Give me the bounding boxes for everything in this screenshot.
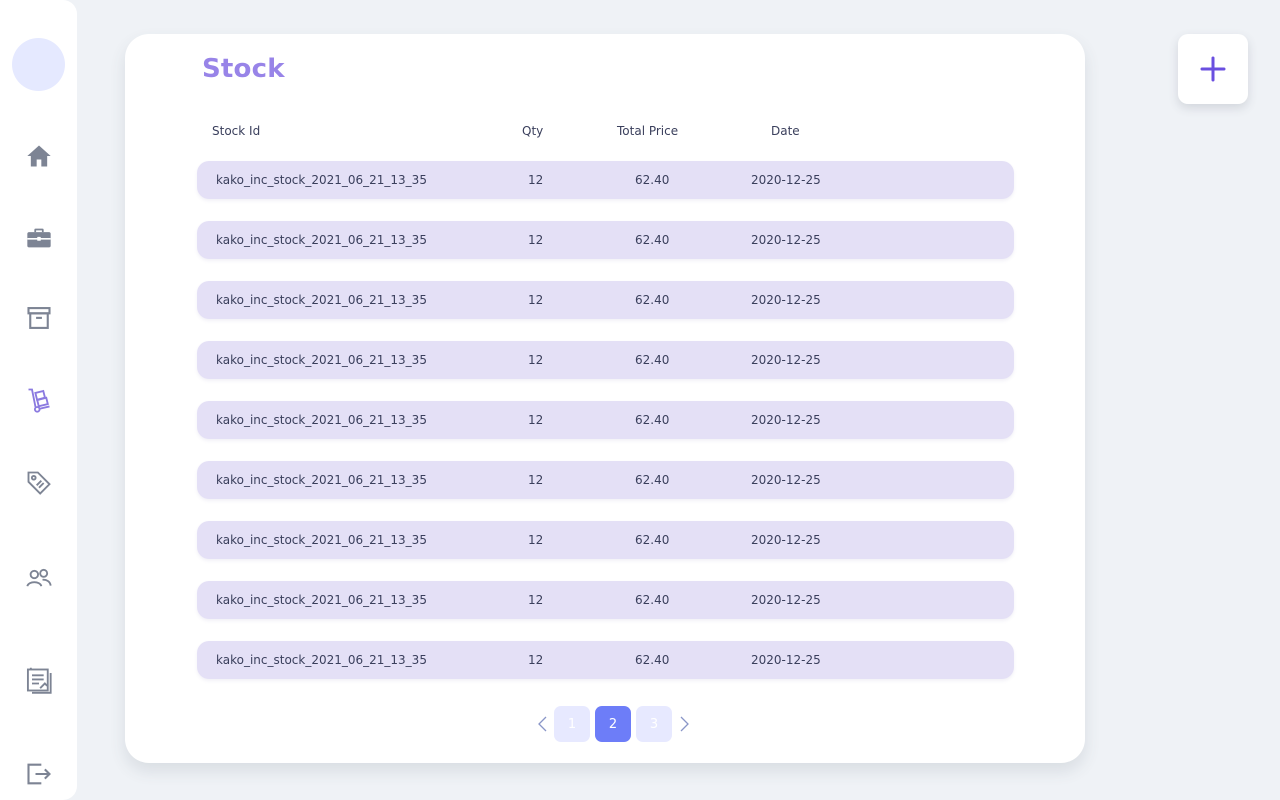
sidebar-item-reports[interactable] xyxy=(22,663,56,697)
next-page-button[interactable] xyxy=(676,715,692,733)
briefcase-icon xyxy=(27,228,51,248)
table-row[interactable]: kako_inc_stock_2021_06_21_13_35 12 62.40… xyxy=(197,341,1014,379)
qty-cell: 12 xyxy=(528,653,544,667)
stock-id-cell: kako_inc_stock_2021_06_21_13_35 xyxy=(216,593,427,607)
total-price-cell: 62.40 xyxy=(635,293,670,307)
sidebar xyxy=(0,0,77,800)
stock-id-cell: kako_inc_stock_2021_06_21_13_35 xyxy=(216,173,427,187)
stock-id-cell: kako_inc_stock_2021_06_21_13_35 xyxy=(216,233,427,247)
table-row[interactable]: kako_inc_stock_2021_06_21_13_35 12 62.40… xyxy=(197,161,1014,199)
page-1-button[interactable]: 1 xyxy=(554,706,590,742)
sidebar-item-tags[interactable] xyxy=(22,466,56,500)
table-row[interactable]: kako_inc_stock_2021_06_21_13_35 12 62.40… xyxy=(197,581,1014,619)
stock-id-cell: kako_inc_stock_2021_06_21_13_35 xyxy=(216,413,427,427)
chevron-right-icon xyxy=(680,716,689,732)
logout-icon xyxy=(27,763,51,785)
date-cell: 2020-12-25 xyxy=(751,533,821,547)
qty-cell: 12 xyxy=(528,173,544,187)
date-cell: 2020-12-25 xyxy=(751,473,821,487)
qty-cell: 12 xyxy=(528,473,544,487)
qty-cell: 12 xyxy=(528,233,544,247)
table-row[interactable]: kako_inc_stock_2021_06_21_13_35 12 62.40… xyxy=(197,281,1014,319)
date-cell: 2020-12-25 xyxy=(751,353,821,367)
sidebar-item-logout[interactable] xyxy=(22,757,56,791)
date-cell: 2020-12-25 xyxy=(751,233,821,247)
add-stock-button[interactable] xyxy=(1178,34,1248,104)
column-header-total-price: Total Price xyxy=(617,124,679,138)
column-header-qty: Qty xyxy=(522,124,544,138)
stock-id-cell: kako_inc_stock_2021_06_21_13_35 xyxy=(216,293,427,307)
sidebar-item-stock[interactable] xyxy=(22,383,56,417)
total-price-cell: 62.40 xyxy=(635,473,670,487)
total-price-cell: 62.40 xyxy=(635,533,670,547)
total-price-cell: 62.40 xyxy=(635,653,670,667)
qty-cell: 12 xyxy=(528,593,544,607)
tag-icon xyxy=(27,471,51,495)
page-2-button[interactable]: 2 xyxy=(595,706,631,742)
users-icon xyxy=(26,568,52,587)
total-price-cell: 62.40 xyxy=(635,233,670,247)
notes-icon xyxy=(26,667,52,694)
date-cell: 2020-12-25 xyxy=(751,593,821,607)
total-price-cell: 62.40 xyxy=(635,353,670,367)
home-icon xyxy=(27,145,51,167)
date-cell: 2020-12-25 xyxy=(751,413,821,427)
sidebar-item-briefcase[interactable] xyxy=(22,221,56,255)
stock-id-cell: kako_inc_stock_2021_06_21_13_35 xyxy=(216,353,427,367)
stock-id-cell: kako_inc_stock_2021_06_21_13_35 xyxy=(216,533,427,547)
avatar[interactable] xyxy=(12,38,65,91)
qty-cell: 12 xyxy=(528,413,544,427)
total-price-cell: 62.40 xyxy=(635,413,670,427)
stock-id-cell: kako_inc_stock_2021_06_21_13_35 xyxy=(216,473,427,487)
sidebar-item-archive[interactable] xyxy=(22,301,56,335)
table-row[interactable]: kako_inc_stock_2021_06_21_13_35 12 62.40… xyxy=(197,221,1014,259)
qty-cell: 12 xyxy=(528,293,544,307)
page-3-button[interactable]: 3 xyxy=(636,706,672,742)
total-price-cell: 62.40 xyxy=(635,173,670,187)
table-row[interactable]: kako_inc_stock_2021_06_21_13_35 12 62.40… xyxy=(197,461,1014,499)
sidebar-item-users[interactable] xyxy=(22,561,56,595)
archive-icon xyxy=(27,307,51,329)
qty-cell: 12 xyxy=(528,533,544,547)
date-cell: 2020-12-25 xyxy=(751,293,821,307)
column-header-stock-id: Stock Id xyxy=(212,124,261,138)
stock-id-cell: kako_inc_stock_2021_06_21_13_35 xyxy=(216,653,427,667)
qty-cell: 12 xyxy=(528,353,544,367)
stock-panel: Stock Stock Id Qty Total Price Date kako… xyxy=(125,34,1085,763)
table-row[interactable]: kako_inc_stock_2021_06_21_13_35 12 62.40… xyxy=(197,401,1014,439)
pagination: 1 2 3 xyxy=(125,706,1085,742)
table-row[interactable]: kako_inc_stock_2021_06_21_13_35 12 62.40… xyxy=(197,521,1014,559)
sidebar-item-home[interactable] xyxy=(22,139,56,173)
prev-page-button[interactable] xyxy=(535,715,551,733)
table-row[interactable]: kako_inc_stock_2021_06_21_13_35 12 62.40… xyxy=(197,641,1014,679)
plus-icon xyxy=(1200,56,1226,82)
page-title: Stock xyxy=(202,54,285,84)
date-cell: 2020-12-25 xyxy=(751,173,821,187)
chevron-left-icon xyxy=(538,716,547,732)
date-cell: 2020-12-25 xyxy=(751,653,821,667)
column-header-date: Date xyxy=(771,124,800,138)
total-price-cell: 62.40 xyxy=(635,593,670,607)
hand-truck-icon xyxy=(28,388,50,413)
